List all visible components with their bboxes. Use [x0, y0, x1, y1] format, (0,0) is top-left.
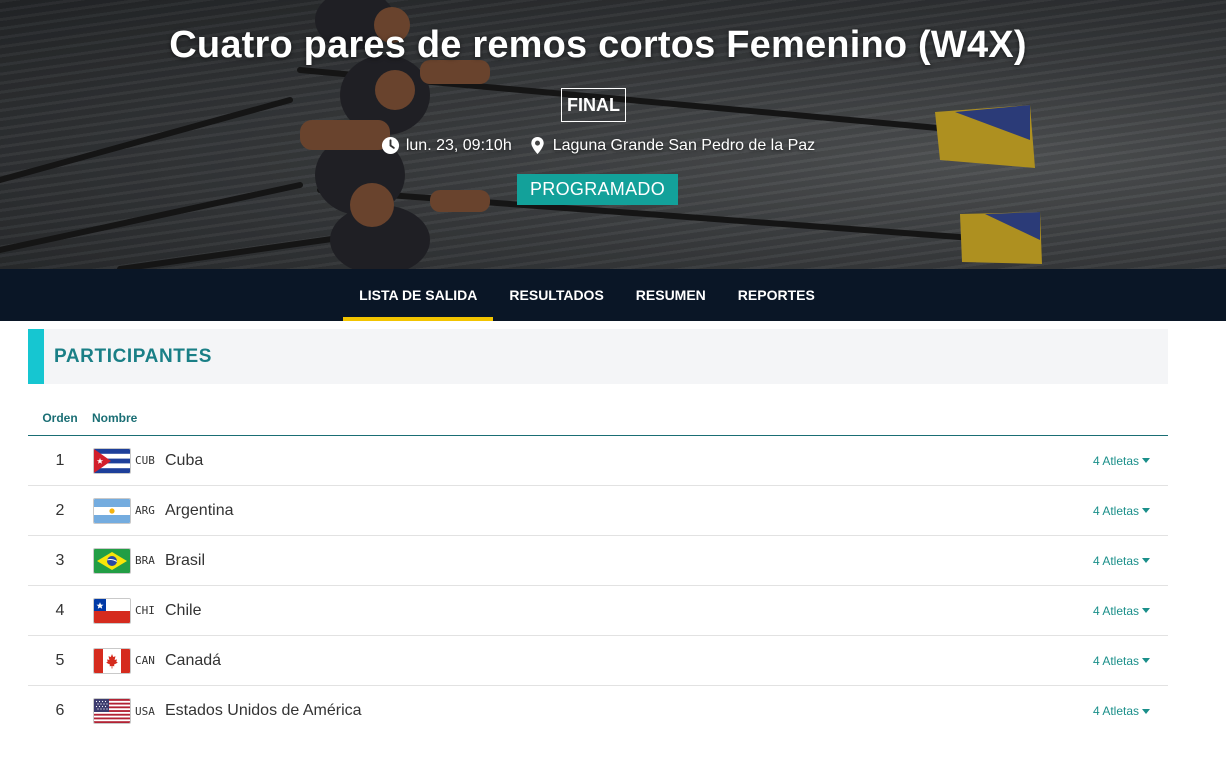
caret-down-icon	[1142, 658, 1150, 663]
usa-flag-icon	[93, 698, 131, 724]
participants-section-header: PARTICIPANTES	[28, 329, 1168, 384]
venue-text: Laguna Grande San Pedro de la Paz	[552, 136, 816, 154]
datetime-text: lun. 23, 09:10h	[405, 136, 512, 154]
table-row: 4 CHI Chile 4 Atletas	[28, 586, 1168, 636]
column-header-order: Orden	[42, 410, 78, 425]
athletes-label: 4 Atletas	[1092, 653, 1139, 668]
event-datetime: lun. 23, 09:10h	[381, 136, 512, 155]
clock-icon	[381, 136, 399, 155]
athletes-toggle[interactable]: 4 Atletas	[1093, 704, 1150, 718]
tab-reportes[interactable]: REPORTES	[722, 269, 831, 321]
table-row: 5 CAN Canadá 4 Atletas	[28, 636, 1168, 686]
country-code: CHI	[135, 604, 155, 617]
caret-down-icon	[1142, 608, 1150, 613]
country-name: Estados Unidos de América	[165, 702, 362, 719]
event-title: Cuatro pares de remos cortos Femenino (W…	[169, 24, 1027, 66]
country-name: Argentina	[165, 501, 234, 519]
country-name: Canadá	[165, 651, 222, 669]
caret-down-icon	[1142, 508, 1150, 513]
tab-lista-de-salida[interactable]: LISTA DE SALIDA	[343, 269, 494, 321]
athletes-toggle[interactable]: 4 Atletas	[1093, 604, 1150, 618]
section-accent-bar	[28, 329, 44, 384]
athletes-label: 4 Atletas	[1092, 503, 1139, 518]
order-number: 6	[55, 702, 65, 719]
column-header-name: Nombre	[92, 410, 138, 425]
athletes-toggle[interactable]: 4 Atletas	[1093, 554, 1150, 568]
event-meta: lun. 23, 09:10h Laguna Grande San Pedro …	[0, 136, 1196, 155]
order-number: 3	[55, 551, 65, 569]
caret-down-icon	[1142, 458, 1150, 463]
location-pin-icon	[531, 136, 544, 155]
participants-table: Orden Nombre 1 CUB Cuba 4 Atletas 2 ARG …	[28, 400, 1168, 736]
table-row: 6 USA Estados Unidos de América 4 Atleta…	[28, 686, 1168, 736]
brazil-flag-icon	[93, 547, 131, 574]
caret-down-icon	[1142, 558, 1150, 563]
athletes-toggle[interactable]: 4 Atletas	[1093, 454, 1150, 468]
tab-list: LISTA DE SALIDA RESULTADOS RESUMEN REPOR…	[343, 269, 831, 321]
chile-flag-icon	[93, 597, 131, 624]
country-code: ARG	[135, 504, 155, 517]
athletes-label: 4 Atletas	[1092, 553, 1139, 568]
athletes-label: 4 Atletas	[1092, 704, 1139, 718]
tab-resultados[interactable]: RESULTADOS	[493, 269, 619, 321]
order-number: 2	[55, 501, 65, 519]
athletes-toggle[interactable]: 4 Atletas	[1093, 654, 1150, 668]
country-code: CUB	[135, 454, 155, 467]
tab-resumen[interactable]: RESUMEN	[620, 269, 722, 321]
status-badge: PROGRAMADO	[517, 174, 678, 205]
order-number: 4	[55, 601, 65, 619]
athletes-label: 4 Atletas	[1092, 603, 1139, 618]
country-code: CAN	[135, 654, 155, 667]
table-header: Orden Nombre	[28, 400, 1168, 436]
country-name: Brasil	[165, 551, 206, 569]
table-row: 2 ARG Argentina 4 Atletas	[28, 486, 1168, 536]
athletes-label: 4 Atletas	[1092, 453, 1139, 468]
phase-label: FINAL	[561, 88, 626, 122]
order-number: 1	[55, 451, 65, 469]
country-code: USA	[135, 704, 155, 718]
country-name: Cuba	[165, 451, 204, 469]
table-row: 1 CUB Cuba 4 Atletas	[28, 436, 1168, 486]
event-venue: Laguna Grande San Pedro de la Paz	[528, 136, 815, 155]
caret-down-icon	[1142, 708, 1150, 714]
section-title: PARTICIPANTES	[54, 345, 213, 367]
table-row: 3 BRA Brasil 4 Atletas	[28, 536, 1168, 586]
athletes-toggle[interactable]: 4 Atletas	[1093, 504, 1150, 518]
country-name: Chile	[165, 601, 202, 619]
country-code: BRA	[135, 554, 155, 567]
argentina-flag-icon	[93, 497, 131, 524]
order-number: 5	[55, 651, 65, 669]
canada-flag-icon	[93, 647, 131, 674]
cuba-flag-icon	[93, 447, 131, 474]
tabs-bar: LISTA DE SALIDA RESULTADOS RESUMEN REPOR…	[0, 269, 1226, 321]
hero-banner: Cuatro pares de remos cortos Femenino (W…	[0, 0, 1226, 269]
